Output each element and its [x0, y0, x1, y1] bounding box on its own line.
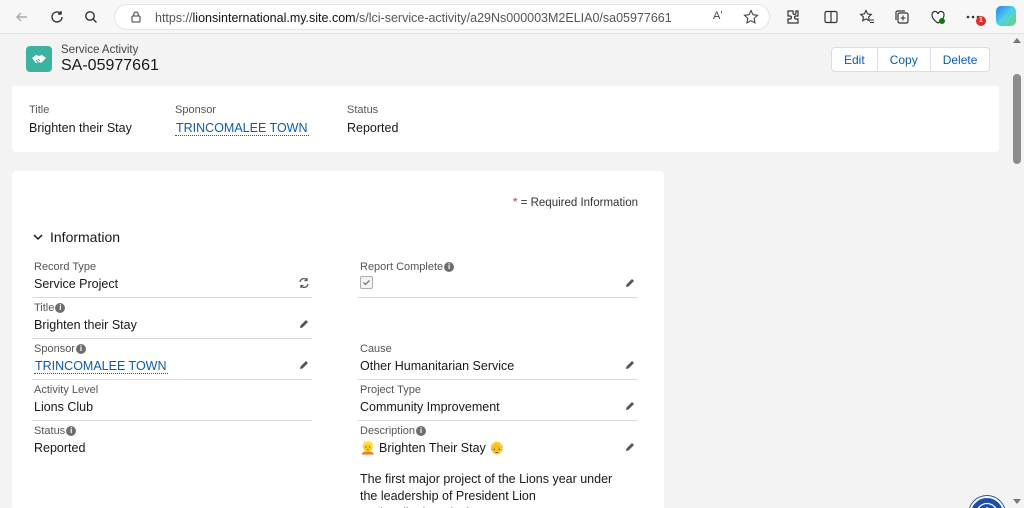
url-text[interactable]: https://lionsinternational.my.site.com/s…: [155, 11, 672, 25]
copilot-icon[interactable]: [996, 6, 1016, 26]
title-label: Title i: [34, 302, 66, 314]
lock-icon[interactable]: [129, 10, 143, 24]
description-body: The first major project of the Lions yea…: [360, 472, 613, 508]
title-value: Brighten their Stay: [34, 318, 137, 332]
highlight-status-label: Status: [347, 104, 379, 116]
chevron-down-icon: [33, 234, 43, 241]
field-sponsor: Sponsor i TRINCOMALEE TOWN: [32, 339, 312, 380]
handshake-icon: [26, 46, 52, 72]
edit-button[interactable]: Edit: [832, 48, 878, 71]
report-complete-checkbox[interactable]: [360, 276, 373, 289]
scroll-down-arrow-icon[interactable]: [1013, 499, 1021, 504]
copy-button[interactable]: Copy: [877, 48, 931, 71]
search-icon[interactable]: [80, 6, 102, 28]
page-title: SA-05977661: [61, 57, 159, 74]
address-bar[interactable]: https://lionsinternational.my.site.com/s…: [114, 4, 770, 30]
cause-label: Cause: [360, 343, 392, 355]
field-report-complete: Report Complete i: [358, 257, 638, 298]
highlight-title-label: Title: [29, 104, 50, 116]
status-value: Reported: [34, 441, 86, 455]
edit-project-type-pencil-icon[interactable]: [624, 400, 636, 412]
record-header: Service Activity SA-05977661 Edit Copy D…: [12, 34, 999, 152]
field-description: Description i 👱 Brighten Their Stay 👴: [358, 421, 638, 462]
field-title: Title i Brighten their Stay: [32, 298, 312, 339]
accessibility-button[interactable]: [969, 496, 1005, 508]
project-type-value: Community Improvement: [360, 400, 500, 414]
required-info-note: * = Required Information: [513, 197, 638, 209]
details-card: * = Required Information Information Rec…: [12, 171, 664, 508]
vertical-scrollbar[interactable]: [1010, 34, 1024, 508]
highlight-status-value: Reported: [347, 121, 399, 135]
edit-title-pencil-icon[interactable]: [298, 318, 310, 330]
sponsor-label: Sponsor i: [34, 343, 86, 355]
field-record-type: Record Type Service Project: [32, 257, 312, 298]
edit-description-pencil-icon[interactable]: [624, 441, 636, 453]
favorite-star-icon[interactable]: [742, 8, 760, 26]
section-title: Information: [50, 229, 121, 245]
scrollbar-thumb[interactable]: [1013, 74, 1021, 164]
record-header-top: Service Activity SA-05977661 Edit Copy D…: [12, 34, 999, 86]
report-complete-label: Report Complete i: [360, 261, 455, 273]
edit-sponsor-pencil-icon[interactable]: [298, 359, 310, 371]
highlight-sponsor-label: Sponsor: [175, 104, 216, 116]
highlight-title: Title Brighten their Stay: [29, 104, 132, 135]
back-icon[interactable]: [11, 6, 33, 28]
highlight-status: Status Reported: [347, 104, 398, 135]
record-type-label: Record Type: [34, 261, 97, 273]
extensions-icon[interactable]: [784, 8, 802, 26]
accessibility-icon: [977, 502, 997, 508]
info-icon[interactable]: i: [55, 303, 66, 313]
info-icon[interactable]: i: [66, 426, 77, 436]
information-section-toggle[interactable]: Information: [32, 229, 120, 245]
status-label: Status i: [34, 425, 77, 437]
change-record-type-icon[interactable]: [298, 277, 310, 289]
description-label: Description i: [360, 425, 427, 437]
activity-level-value: Lions Club: [34, 400, 94, 414]
info-icon[interactable]: i: [444, 262, 455, 272]
info-icon[interactable]: i: [416, 426, 427, 436]
activity-level-label: Activity Level: [34, 384, 99, 396]
highlight-sponsor: Sponsor TRINCOMALEE TOWN: [175, 104, 309, 136]
field-status: Status i Reported: [32, 421, 312, 462]
info-icon[interactable]: i: [75, 344, 86, 354]
highlight-sponsor-link[interactable]: TRINCOMALEE TOWN: [175, 121, 309, 136]
project-type-label: Project Type: [360, 384, 421, 396]
field-cause: Cause Other Humanitarian Service: [358, 339, 638, 380]
collections-icon[interactable]: [893, 8, 911, 26]
delete-button[interactable]: Delete: [930, 48, 990, 71]
field-activity-level: Activity Level Lions Club: [32, 380, 312, 421]
cause-value: Other Humanitarian Service: [360, 359, 515, 373]
page-content: Service Activity SA-05977661 Edit Copy D…: [0, 34, 1010, 508]
highlight-title-value: Brighten their Stay: [29, 121, 132, 135]
checkmark-icon: [363, 280, 370, 286]
edit-report-complete-pencil-icon[interactable]: [624, 277, 636, 289]
field-project-type: Project Type Community Improvement: [358, 380, 638, 421]
browser-essentials-icon[interactable]: [929, 8, 947, 26]
browser-toolbar: https://lionsinternational.my.site.com/s…: [0, 0, 1024, 34]
split-screen-icon[interactable]: [822, 8, 840, 26]
sponsor-link[interactable]: TRINCOMALEE TOWN: [34, 359, 168, 374]
refresh-icon[interactable]: [46, 6, 68, 28]
record-object-type: Service Activity: [61, 44, 139, 56]
scroll-up-arrow-icon[interactable]: [1013, 38, 1021, 43]
record-type-value: Service Project: [34, 277, 119, 291]
favorites-icon[interactable]: [858, 8, 876, 26]
record-actions: Edit Copy Delete: [831, 47, 991, 72]
edit-cause-pencil-icon[interactable]: [624, 359, 636, 371]
read-aloud-icon[interactable]: Aʹ: [713, 10, 722, 22]
notification-badge: 1: [976, 16, 986, 26]
description-heading: 👱 Brighten Their Stay 👴: [360, 441, 505, 455]
